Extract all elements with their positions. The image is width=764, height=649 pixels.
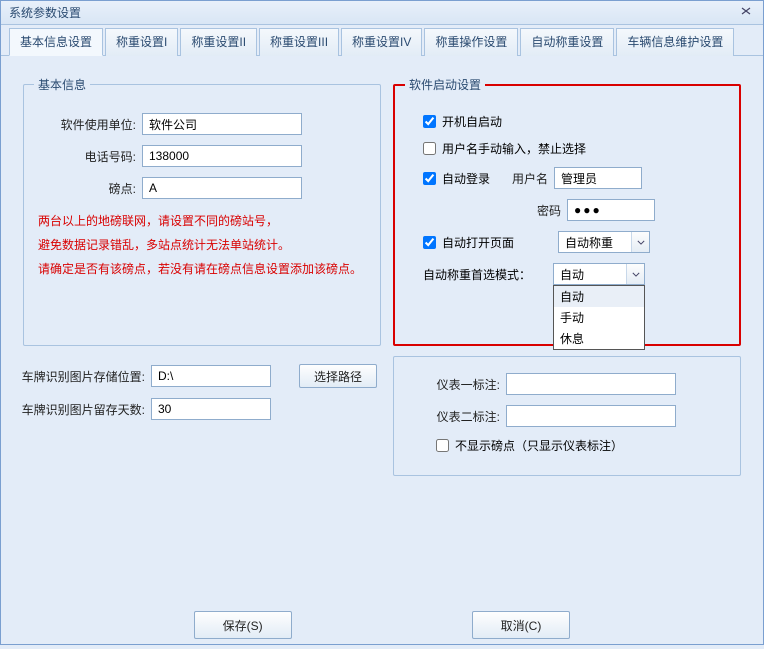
mode-option-auto[interactable]: 自动 [554, 286, 644, 307]
startup-legend: 软件启动设置 [405, 76, 485, 93]
meter2-input[interactable] [506, 405, 676, 427]
auto-weigh-mode-options: 自动 手动 休息 [553, 285, 645, 350]
warning-line-2: 避免数据记录错乱，多站点统计无法单站统计。 [38, 233, 370, 257]
auto-open-page-checkbox[interactable] [423, 236, 436, 249]
hide-scale-label: 不显示磅点（只显示仪表标注） [455, 437, 623, 454]
meter1-label: 仪表一标注: [404, 376, 500, 393]
chevron-down-icon [626, 264, 644, 284]
titlebar: 系统参数设置 [1, 1, 763, 25]
mode-option-manual[interactable]: 手动 [554, 307, 644, 328]
auto-weigh-mode-select[interactable]: 自动 自动 手动 休息 [553, 263, 645, 285]
tab-vehicle-maint[interactable]: 车辆信息维护设置 [616, 28, 734, 56]
startup-settings-panel: 软件启动设置 开机自启动 用户名手动输入，禁止选择 自动登录 用户名 [393, 76, 741, 346]
cancel-button[interactable]: 取消(C) [472, 611, 571, 639]
auto-login-checkbox[interactable] [423, 172, 436, 185]
auto-start-checkbox[interactable] [423, 115, 436, 128]
basic-info-panel: 基本信息 软件使用单位: 电话号码: 磅点: 两台以上的地磅联网，请设置不同的磅… [23, 76, 381, 346]
auto-weigh-mode-label: 自动称重首选模式： [423, 266, 531, 283]
phone-input[interactable] [142, 145, 302, 167]
settings-window: 系统参数设置 基本信息设置 称重设置I 称重设置II 称重设置III 称重设置I… [0, 0, 764, 645]
password-input[interactable] [567, 199, 655, 221]
close-icon[interactable] [737, 7, 755, 18]
tab-weighing-1[interactable]: 称重设置I [105, 28, 178, 56]
chevron-down-icon [631, 232, 649, 252]
tab-weighing-3[interactable]: 称重设置III [259, 28, 339, 56]
basic-info-legend: 基本信息 [34, 76, 90, 93]
plate-image-settings: 车牌识别图片存储位置: 选择路径 车牌识别图片留存天数: [15, 364, 395, 430]
hide-scale-checkbox[interactable] [436, 439, 449, 452]
dialog-footer: 保存(S) 取消(C) [1, 611, 763, 639]
scale-point-label: 磅点: [34, 180, 136, 197]
save-button[interactable]: 保存(S) [194, 611, 292, 639]
auto-open-page-value: 自动称重 [565, 234, 631, 251]
mode-option-rest[interactable]: 休息 [554, 328, 644, 349]
tab-weighing-2[interactable]: 称重设置II [180, 28, 257, 56]
plate-img-path-label: 车牌识别图片存储位置: [15, 368, 145, 385]
username-label: 用户名 [504, 170, 548, 187]
manual-username-label: 用户名手动输入，禁止选择 [442, 140, 586, 157]
username-input[interactable] [554, 167, 642, 189]
password-label: 密码 [517, 202, 561, 219]
meter1-input[interactable] [506, 373, 676, 395]
warning-line-1: 两台以上的地磅联网，请设置不同的磅站号， [38, 209, 370, 233]
scale-point-input[interactable] [142, 177, 302, 199]
tab-weighing-4[interactable]: 称重设置IV [341, 28, 422, 56]
plate-img-days-label: 车牌识别图片留存天数: [15, 401, 145, 418]
auto-open-page-select[interactable]: 自动称重 [558, 231, 650, 253]
auto-weigh-mode-value: 自动 [560, 266, 626, 283]
company-input[interactable] [142, 113, 302, 135]
tab-content: 基本信息 软件使用单位: 电话号码: 磅点: 两台以上的地磅联网，请设置不同的磅… [1, 56, 763, 649]
plate-img-path-input[interactable] [151, 365, 271, 387]
tab-auto-weighing[interactable]: 自动称重设置 [520, 28, 614, 56]
phone-label: 电话号码: [34, 148, 136, 165]
meter2-label: 仪表二标注: [404, 408, 500, 425]
tab-weighing-op[interactable]: 称重操作设置 [424, 28, 518, 56]
auto-start-label: 开机自启动 [442, 113, 502, 130]
auto-open-page-label: 自动打开页面 [442, 234, 514, 251]
company-label: 软件使用单位: [34, 116, 136, 133]
plate-img-days-input[interactable] [151, 398, 271, 420]
browse-path-button[interactable]: 选择路径 [299, 364, 377, 388]
tabstrip: 基本信息设置 称重设置I 称重设置II 称重设置III 称重设置IV 称重操作设… [1, 25, 763, 56]
tab-basic-info[interactable]: 基本信息设置 [9, 28, 103, 56]
warning-line-3: 请确定是否有该磅点，若没有请在磅点信息设置添加该磅点。 [38, 257, 370, 281]
manual-username-checkbox[interactable] [423, 142, 436, 155]
window-title: 系统参数设置 [9, 4, 81, 21]
auto-login-label: 自动登录 [442, 170, 490, 187]
meter-label-panel: 仪表一标注: 仪表二标注: 不显示磅点（只显示仪表标注） [393, 356, 741, 476]
